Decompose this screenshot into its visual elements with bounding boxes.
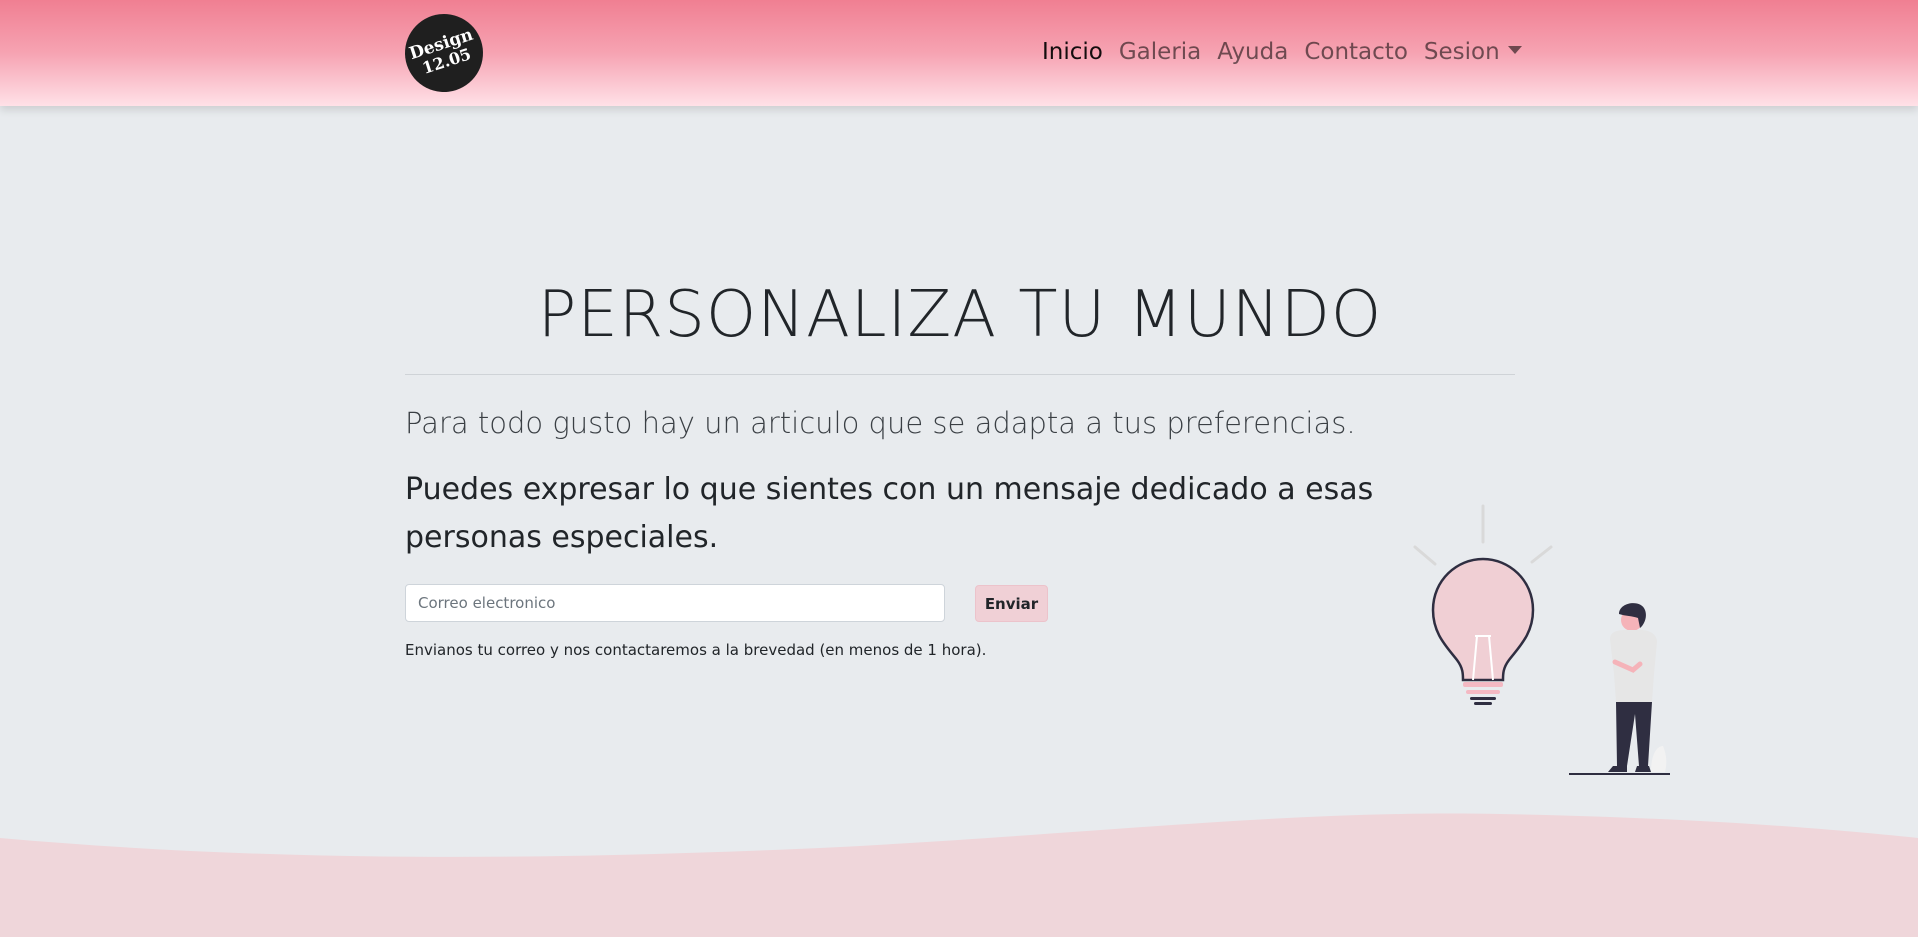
nav-link-contacto[interactable]: Contacto: [1304, 39, 1408, 65]
send-button[interactable]: Enviar: [975, 585, 1048, 622]
hero-divider: [405, 374, 1515, 375]
hero-subtitle: Puedes expresar lo que sientes con un me…: [405, 472, 1374, 555]
hero-lead: Para todo gusto hay un articulo que se a…: [405, 406, 1356, 440]
nav-dropdown-sesion[interactable]: Sesion: [1424, 39, 1522, 65]
nav-link-galeria[interactable]: Galeria: [1119, 39, 1201, 65]
nav-link-inicio[interactable]: Inicio: [1042, 39, 1103, 65]
chevron-down-icon: [1507, 45, 1522, 54]
main-nav: Inicio Galeria Ayuda Contacto Sesion: [1042, 36, 1522, 68]
lightbulb-person-illustration: [1413, 504, 1670, 775]
light-rays-icon: [1413, 504, 1553, 566]
footer-wave: [0, 813, 1918, 937]
brand-logo[interactable]: Design 12.05: [394, 3, 494, 103]
nav-dropdown-sesion-label: Sesion: [1423, 39, 1500, 65]
email-input[interactable]: [405, 584, 945, 622]
lightbulb-icon: [1431, 557, 1535, 705]
email-help-text: Envianos tu correo y nos contactaremos a…: [405, 641, 987, 659]
navbar: Design 12.05 Inicio Galeria Ayuda Contac…: [0, 0, 1918, 106]
person-icon: [1569, 603, 1670, 775]
nav-link-ayuda[interactable]: Ayuda: [1217, 39, 1288, 65]
hero-title: PERSONALIZA TU MUNDO: [537, 278, 1383, 352]
